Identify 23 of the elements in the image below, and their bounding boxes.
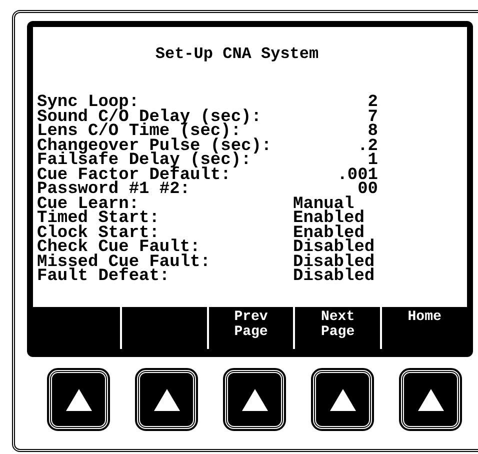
arrow-key-button[interactable]	[401, 370, 460, 429]
arrow-key-button[interactable]	[225, 370, 284, 429]
softkey-label: Next Page	[320, 310, 355, 340]
up-triangle-icon	[154, 388, 180, 410]
setting-label: Password #1 #2:	[37, 183, 192, 198]
arrow-key-button[interactable]	[49, 370, 108, 429]
up-triangle-icon	[242, 388, 268, 410]
setting-value: 1	[368, 154, 378, 168]
setting-value: Disabled	[293, 270, 375, 284]
screen-title: Set-Up CNA System	[155, 45, 319, 63]
setting-value: 8	[368, 125, 378, 140]
setting-value: 7	[366, 110, 378, 125]
setting-value: .2	[356, 140, 378, 154]
arrow-key-button[interactable]	[137, 370, 196, 429]
setting-value: .001	[336, 168, 378, 183]
softkey-label: Home	[408, 310, 442, 325]
setting-value: 2	[366, 96, 378, 110]
setting-value: 00	[356, 183, 378, 198]
up-triangle-icon	[330, 388, 356, 410]
arrow-key-button[interactable]	[313, 370, 372, 429]
up-triangle-icon	[66, 388, 92, 410]
softkey-label: Prev Page	[234, 310, 268, 340]
up-triangle-icon	[418, 388, 444, 410]
